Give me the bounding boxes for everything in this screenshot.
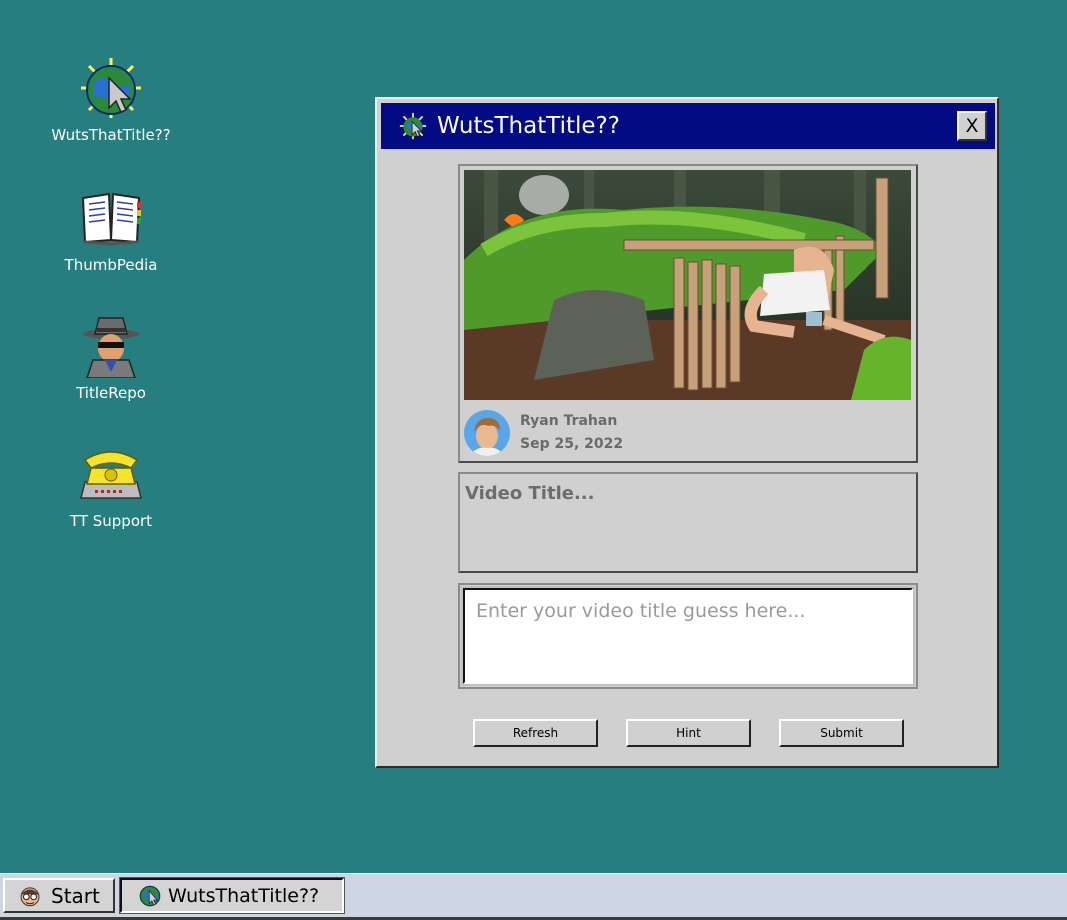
submit-button[interactable]: Submit — [779, 719, 904, 747]
video-title-box: Video Title... — [458, 472, 918, 573]
hint-button[interactable]: Hint — [626, 719, 751, 747]
start-label: Start — [51, 883, 100, 908]
globe-cursor-icon — [399, 112, 427, 140]
video-title-placeholder: Video Title... — [465, 483, 595, 504]
channel-avatar — [464, 410, 510, 456]
refresh-button[interactable]: Refresh — [473, 719, 598, 747]
desktop-icon-label: TitleRepo — [76, 384, 146, 402]
nerd-face-icon — [20, 886, 40, 906]
globe-cursor-icon — [139, 885, 161, 906]
video-card: Ryan Trahan Sep 25, 2022 — [458, 164, 918, 463]
video-thumbnail — [464, 170, 911, 400]
desktop-icon-wutsthattitle[interactable]: WutsThatTitle?? — [41, 56, 181, 144]
guess-input-wrapper — [458, 583, 918, 689]
wutsthattitle-window: WutsThatTitle?? X Ryan Trahan Sep 25, 20… — [375, 97, 999, 768]
thumbnail-image — [464, 170, 911, 400]
upload-date: Sep 25, 2022 — [520, 436, 624, 452]
start-button[interactable]: Start — [3, 878, 115, 913]
window-titlebar[interactable]: WutsThatTitle?? X — [381, 103, 995, 149]
taskbar: Start WutsThatTitle?? — [0, 873, 1067, 920]
desktop-icon-label: WutsThatTitle?? — [51, 126, 171, 144]
window-title: WutsThatTitle?? — [437, 113, 620, 139]
close-button[interactable]: X — [957, 111, 987, 141]
desktop-icon-titlerepo[interactable]: TitleRepo — [41, 314, 181, 402]
spy-detective-icon — [83, 317, 139, 378]
taskbar-item-wutsthattitle[interactable]: WutsThatTitle?? — [119, 877, 345, 914]
avatar-image — [464, 410, 510, 456]
desktop-icon-label: TT Support — [69, 512, 153, 530]
globe-cursor-icon — [81, 58, 141, 118]
desktop-icon-tt-support[interactable]: TT Support — [41, 442, 181, 530]
taskbar-item-label: WutsThatTitle?? — [168, 884, 320, 907]
open-book-icon — [81, 192, 141, 246]
desktop-icon-label: ThumbPedia — [64, 256, 158, 274]
guess-input[interactable] — [461, 586, 915, 686]
channel-name: Ryan Trahan — [520, 413, 618, 429]
telephone-icon — [80, 451, 142, 499]
desktop-icon-thumbpedia[interactable]: ThumbPedia — [41, 186, 181, 274]
